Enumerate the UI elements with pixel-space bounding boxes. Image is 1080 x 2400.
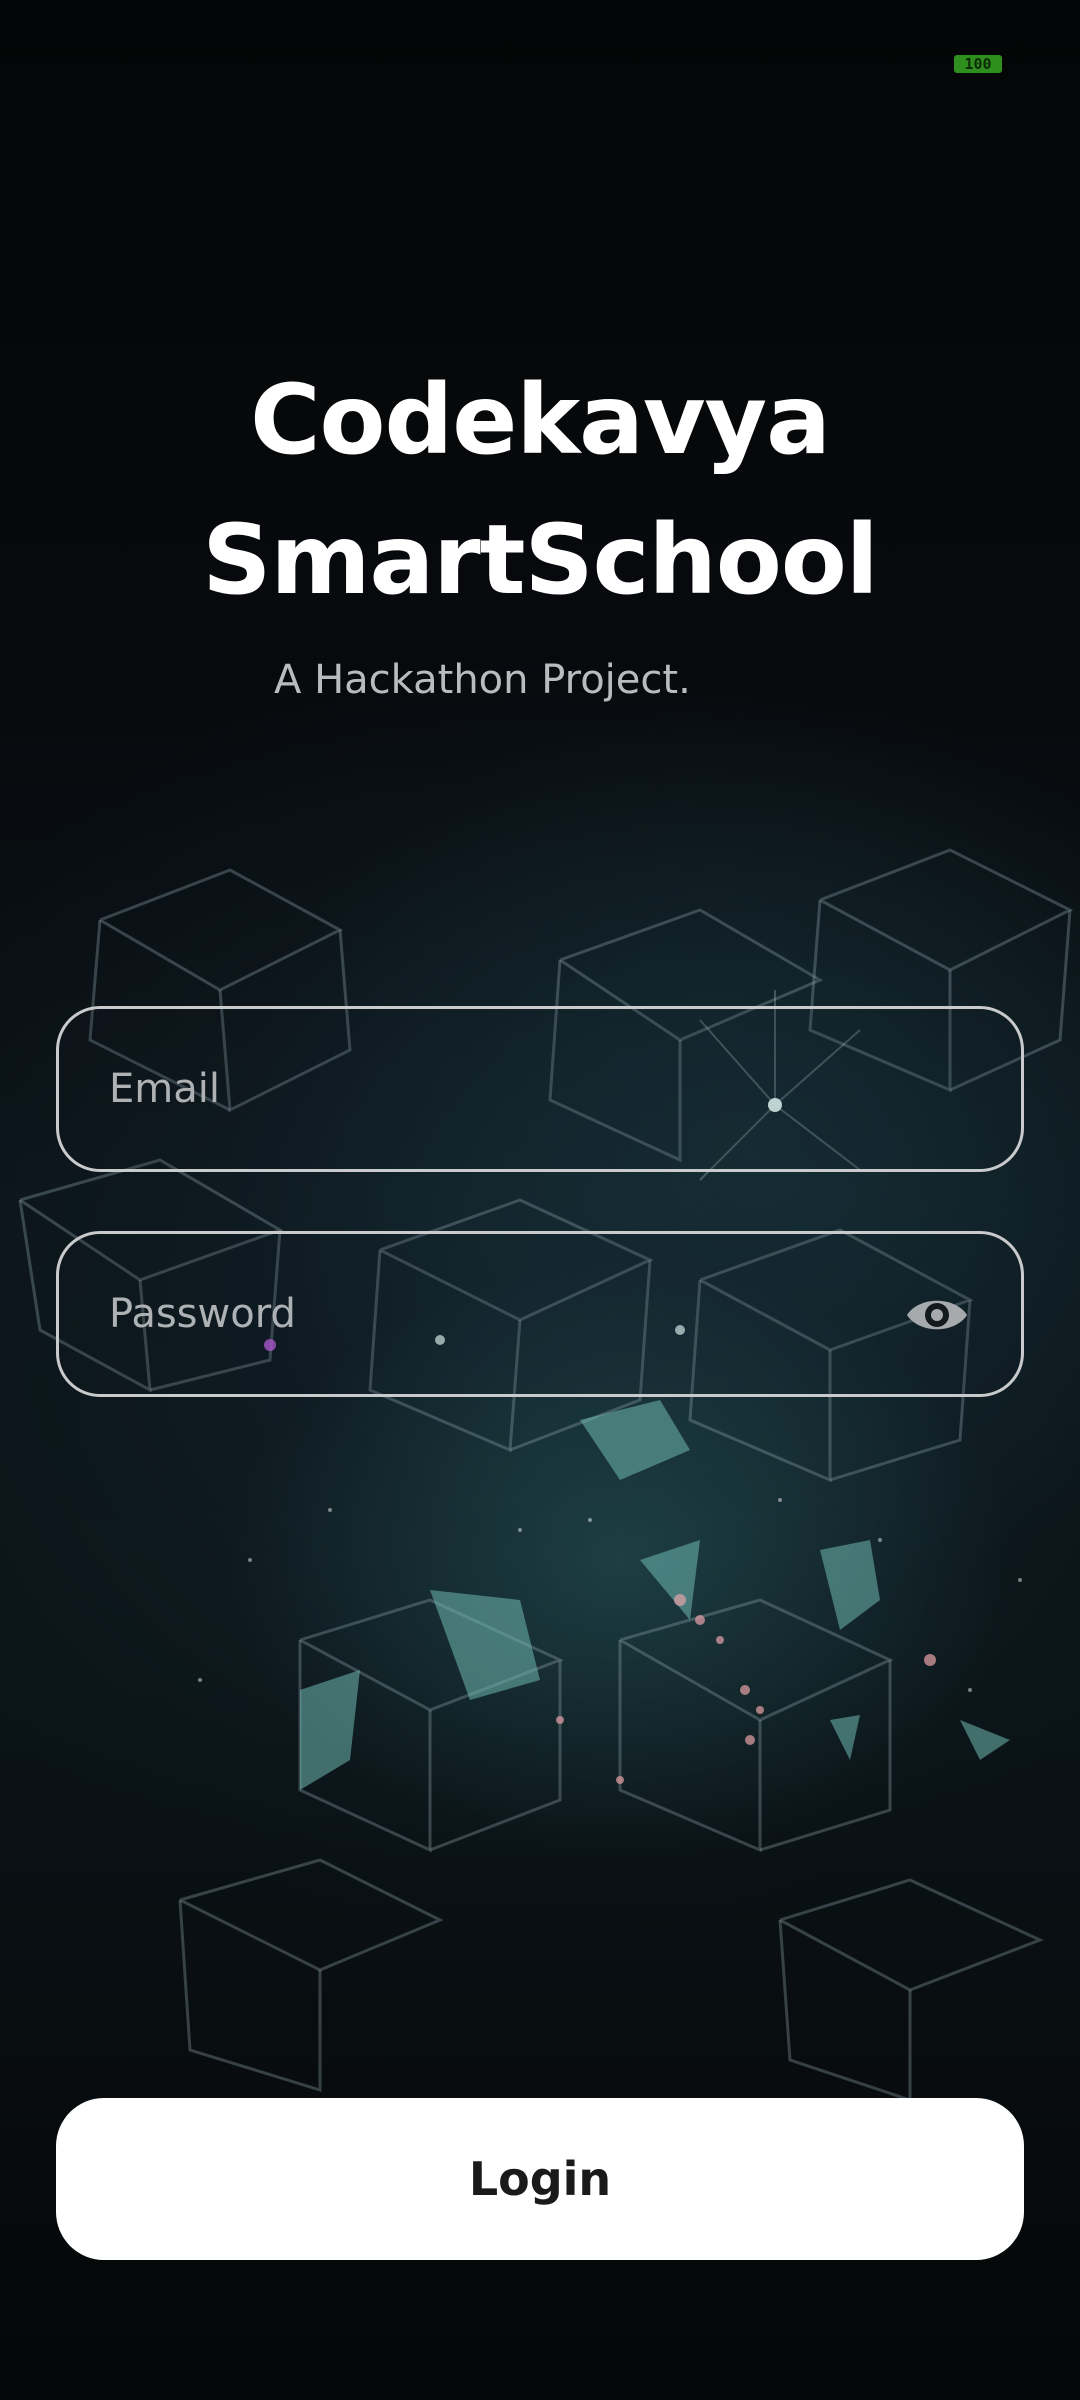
- password-input[interactable]: [109, 1234, 889, 1394]
- battery-indicator: 100: [954, 55, 1002, 73]
- login-button[interactable]: Login: [56, 2098, 1024, 2260]
- app-subtitle: A Hackathon Project.: [274, 657, 691, 703]
- login-screen: 100 Codekavya SmartSchool A Hackathon Pr…: [0, 0, 1080, 2400]
- email-field[interactable]: [56, 1006, 1024, 1172]
- status-bar: 100: [0, 0, 1080, 120]
- email-input[interactable]: [109, 1009, 889, 1169]
- app-title-line-1: Codekavya: [250, 364, 831, 476]
- password-field[interactable]: [56, 1231, 1024, 1397]
- app-title-line-2: SmartSchool: [202, 504, 878, 616]
- eye-icon[interactable]: [905, 1286, 969, 1344]
- app-title: Codekavya SmartSchool: [0, 350, 1080, 630]
